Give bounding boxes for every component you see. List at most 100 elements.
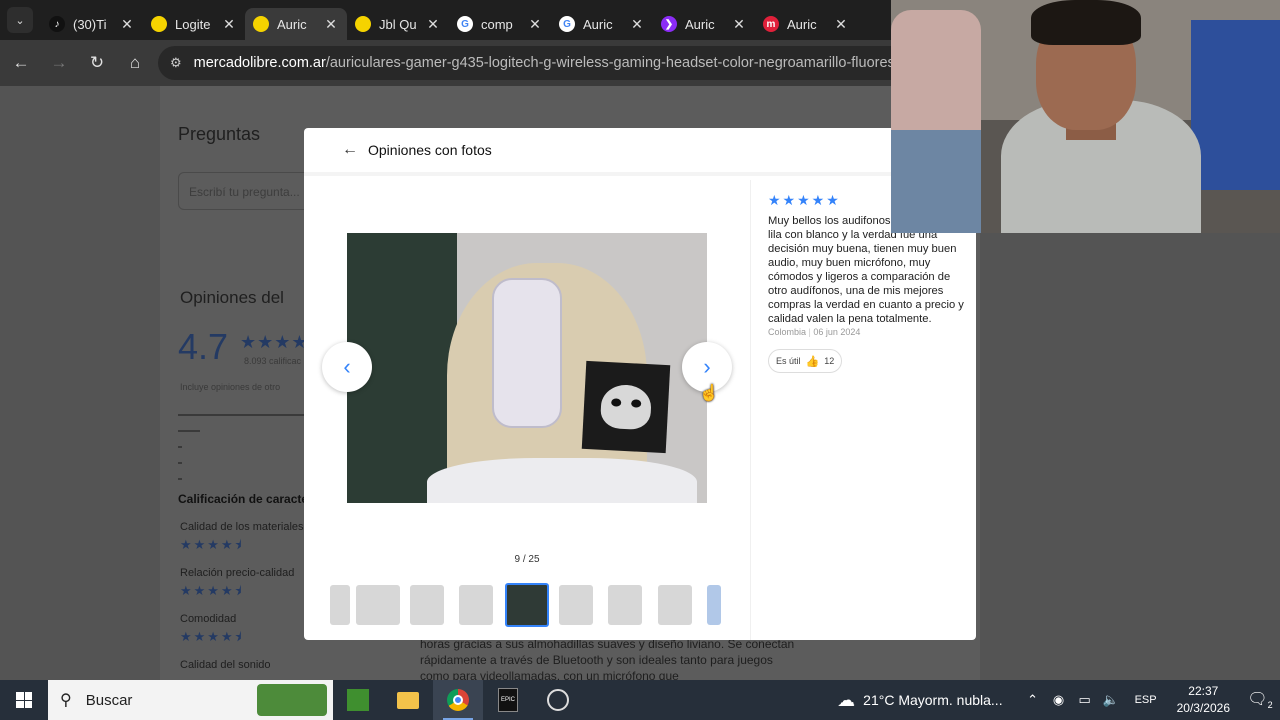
tab-label: comp bbox=[481, 16, 513, 32]
tab-favicon-icon bbox=[151, 16, 167, 32]
language-indicator[interactable]: ESP bbox=[1135, 694, 1157, 706]
volume-icon[interactable]: 🔈 bbox=[1099, 692, 1123, 708]
back-button[interactable]: ← bbox=[4, 46, 38, 80]
photo-thumbnail-active[interactable] bbox=[505, 583, 549, 627]
tab-close-icon[interactable]: ✕ bbox=[731, 16, 747, 33]
tab-close-icon[interactable]: ✕ bbox=[323, 16, 339, 33]
photo-thumbnail[interactable] bbox=[559, 585, 593, 625]
average-stars: ★★★★ bbox=[240, 332, 309, 352]
review-photo[interactable] bbox=[347, 233, 707, 503]
notification-count: 2 bbox=[1267, 700, 1273, 711]
tab-close-icon[interactable]: ✕ bbox=[629, 16, 645, 33]
photo-thumbnail[interactable] bbox=[658, 585, 692, 625]
record-icon[interactable]: ◉ bbox=[1047, 692, 1071, 708]
reload-button[interactable]: ↻ bbox=[80, 46, 114, 80]
photo-reviews-modal: ← Opiniones con fotos ‹ › 9 / 25 ★★★★★ M… bbox=[304, 128, 976, 640]
windows-icon bbox=[16, 692, 32, 708]
photo-thumbnail[interactable] bbox=[608, 585, 642, 625]
chevron-right-icon: › bbox=[703, 354, 711, 379]
clock[interactable]: 22:37 20/3/2026 bbox=[1177, 683, 1230, 717]
review-date: 06 jun 2024 bbox=[813, 327, 861, 337]
tab-favicon-icon: G bbox=[457, 16, 473, 32]
home-button[interactable]: ⌂ bbox=[118, 46, 152, 80]
tab-label: Jbl Qu bbox=[379, 16, 417, 32]
tab-favicon-icon bbox=[253, 16, 269, 32]
tab-close-icon[interactable]: ✕ bbox=[833, 16, 849, 33]
site-info-icon[interactable]: ⚙ bbox=[170, 55, 182, 71]
feature-stars: ★★★★⯨ bbox=[180, 583, 244, 598]
file-explorer-icon[interactable] bbox=[383, 680, 433, 720]
tab-favicon-icon: ❯ bbox=[661, 16, 677, 32]
feature-label: Comodidad bbox=[180, 613, 237, 625]
weather-widget[interactable]: ☁ 21°C Mayorm. nubla... bbox=[837, 690, 1002, 711]
thumbs-up-icon: 👍 bbox=[805, 355, 820, 368]
rating-count: 8.093 calificac bbox=[244, 356, 302, 366]
photo-thumbnail[interactable] bbox=[410, 585, 444, 625]
tab-label: Auric bbox=[685, 16, 715, 32]
browser-tab[interactable]: Logite ✕ bbox=[143, 8, 245, 40]
browser-tab[interactable]: m Auric ✕ bbox=[755, 8, 857, 40]
hand-cursor-icon: ☝ bbox=[699, 385, 719, 402]
browser-tab[interactable]: ♪ (30)Ti ✕ bbox=[41, 8, 143, 40]
search-icon: ⚲ bbox=[60, 692, 72, 709]
rating-bar-4 bbox=[178, 430, 200, 432]
photo-thumbnail[interactable] bbox=[356, 585, 400, 625]
questions-title: Preguntas bbox=[178, 124, 261, 144]
network-icon[interactable]: ▭ bbox=[1073, 692, 1097, 708]
modal-title: Opiniones con fotos bbox=[368, 142, 492, 158]
taskbar: ⚲ Buscar EPIC ☁ 21°C Mayorm. nubla... ⌃ … bbox=[0, 680, 1280, 720]
taskbar-search[interactable]: ⚲ Buscar bbox=[48, 680, 333, 720]
useful-button[interactable]: Es útil 👍 12 bbox=[768, 349, 843, 373]
minecraft-app-icon[interactable] bbox=[333, 680, 383, 720]
feature-stars: ★★★★⯨ bbox=[180, 537, 244, 552]
tab-label: Auric bbox=[583, 16, 613, 32]
search-highlight-image bbox=[257, 684, 327, 716]
photo-counter: 9 / 25 bbox=[514, 554, 540, 565]
forward-button[interactable]: → bbox=[42, 46, 76, 80]
photo-thumbnail[interactable] bbox=[330, 585, 350, 625]
tab-label: (30)Ti bbox=[73, 16, 107, 32]
rating-bar-1 bbox=[178, 478, 182, 480]
tab-close-icon[interactable]: ✕ bbox=[527, 16, 543, 33]
clock-date: 20/3/2026 bbox=[1176, 701, 1230, 715]
thumbnail-strip bbox=[330, 582, 724, 628]
search-label: Buscar bbox=[85, 691, 133, 709]
useful-count: 12 bbox=[824, 356, 835, 366]
url-host: mercadolibre.com.ar bbox=[193, 55, 326, 71]
start-button[interactable] bbox=[0, 680, 48, 720]
feature-label: Calidad de los materiales bbox=[180, 521, 304, 533]
rating-bar-3 bbox=[178, 446, 182, 448]
review-stars: ★★★★★ bbox=[768, 192, 841, 208]
notification-center-icon[interactable]: 🗨2 bbox=[1240, 689, 1280, 710]
tab-close-icon[interactable]: ✕ bbox=[425, 16, 441, 33]
chrome-app-icon[interactable] bbox=[433, 680, 483, 720]
tab-favicon-icon: m bbox=[763, 16, 779, 32]
review-snippet: horas gracias a sus almohadillas suaves … bbox=[420, 637, 795, 680]
opinions-title: Opiniones del bbox=[180, 288, 284, 307]
back-arrow-icon[interactable]: ← bbox=[342, 141, 358, 159]
tab-favicon-icon: ♪ bbox=[49, 16, 65, 32]
browser-tab[interactable]: Gcomp ✕ bbox=[449, 8, 551, 40]
chevron-up-icon[interactable]: ⌃ bbox=[1021, 692, 1045, 708]
tab-label: Auric bbox=[787, 16, 817, 32]
tab-label: Logite bbox=[175, 16, 211, 32]
previous-photo-button[interactable]: ‹ bbox=[322, 342, 372, 392]
rating-bar-2 bbox=[178, 462, 182, 464]
photo-thumbnail[interactable] bbox=[707, 585, 721, 625]
browser-tab[interactable]: G Auric ✕ bbox=[551, 8, 653, 40]
tab-search-button[interactable]: ⌄ bbox=[7, 7, 33, 33]
feature-stars: ★★★★⯨ bbox=[180, 629, 244, 644]
tab-close-icon[interactable]: ✕ bbox=[119, 16, 135, 33]
browser-tab[interactable]: ❯ Auric ✕ bbox=[653, 8, 755, 40]
tab-close-icon[interactable]: ✕ bbox=[221, 16, 237, 33]
browser-tab[interactable]: Auric ✕ bbox=[245, 8, 347, 40]
chevron-left-icon: ‹ bbox=[343, 354, 351, 379]
useful-label: Es útil bbox=[776, 356, 801, 366]
steam-app-icon[interactable] bbox=[533, 680, 583, 720]
browser-tab[interactable]: Jbl Qu ✕ bbox=[347, 8, 449, 40]
tab-favicon-icon: G bbox=[559, 16, 575, 32]
photo-thumbnail[interactable] bbox=[459, 585, 493, 625]
epic-games-icon[interactable]: EPIC bbox=[483, 680, 533, 720]
tab-label: Auric bbox=[277, 16, 307, 32]
cat-sticker-image bbox=[581, 360, 671, 454]
